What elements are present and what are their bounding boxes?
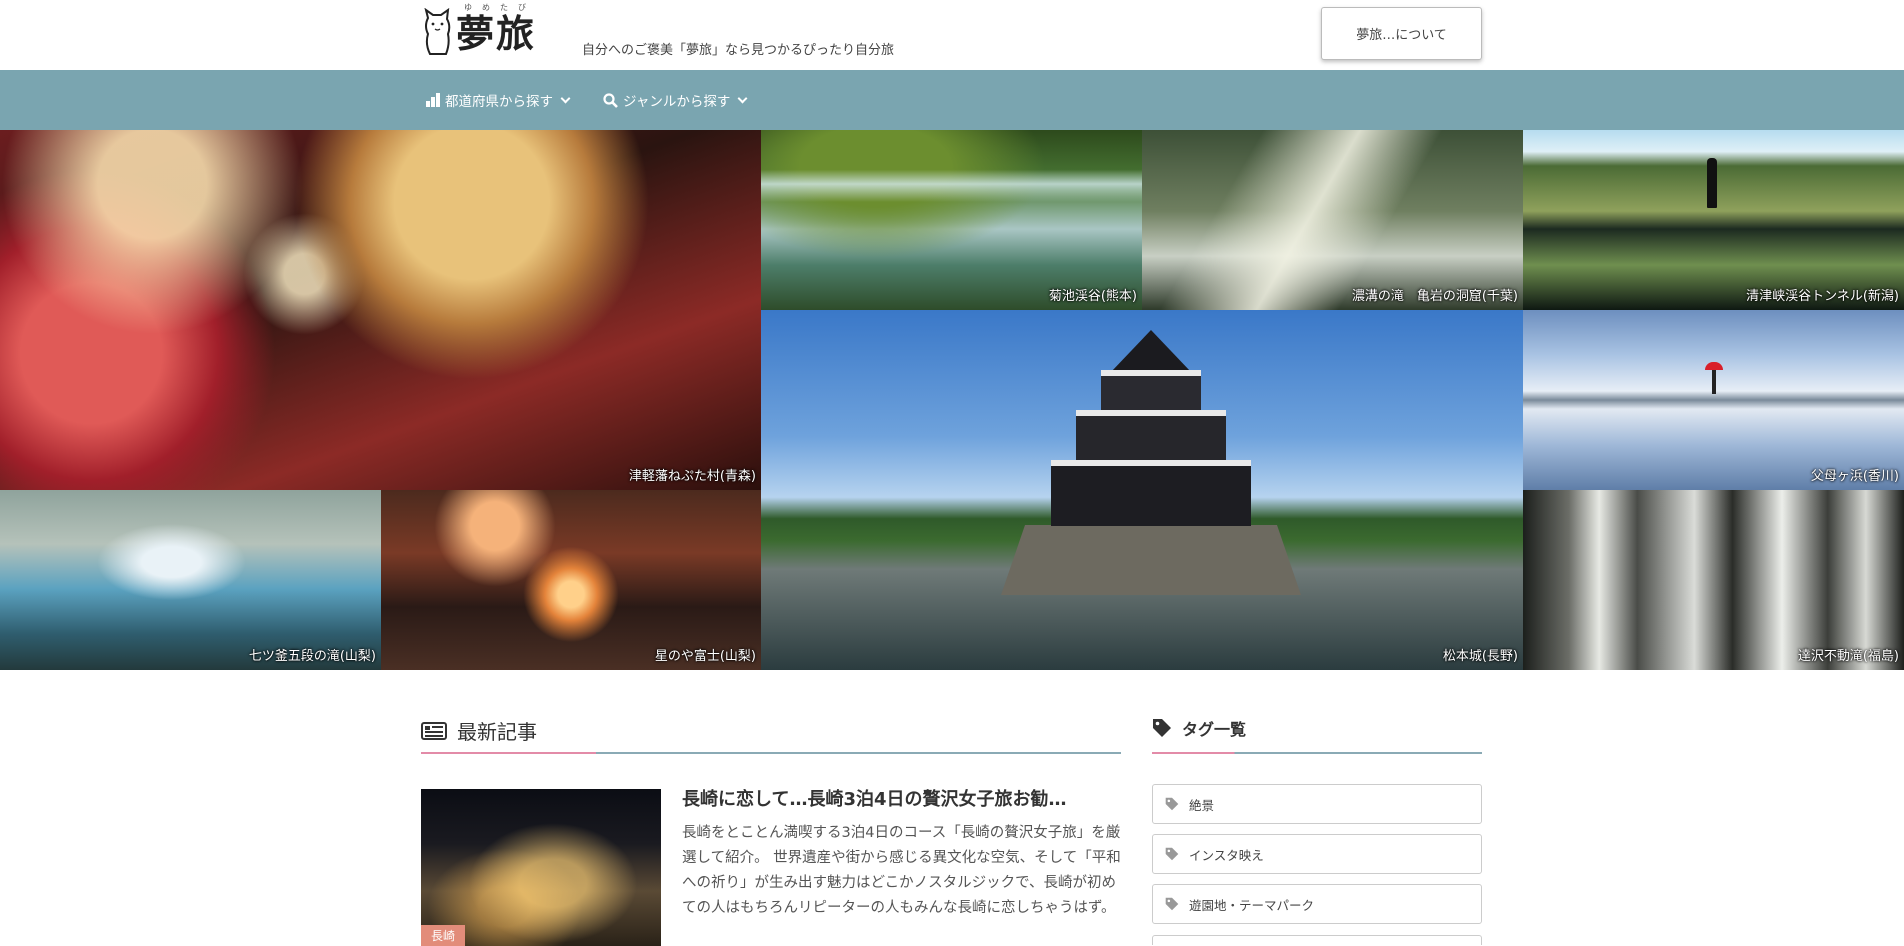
newspaper-icon [421,721,447,740]
article-excerpt: 長崎をとことん満喫する3泊4日のコース「長崎の贅沢女子旅」を厳選して紹介。 世界… [682,825,1121,916]
site-logo[interactable]: ゆめたび 夢旅 [420,3,572,60]
heading-underline [421,752,1121,754]
site-tagline: 自分へのご褒美「夢旅」なら見つかるぴったり自分旅 [582,43,895,58]
article-card[interactable]: 長崎 長崎に恋して…長崎3泊4日の贅沢女子旅お勧… 長崎をとことん満喫する3泊4… [421,789,1121,946]
tile-caption: 菊池渓谷(熊本) [1048,289,1137,304]
tile-caption: 松本城(長野) [1442,649,1518,664]
gallery-tile-tatsusawa[interactable]: 達沢不動滝(福島) [1523,490,1904,670]
global-nav: 都道府県から探す ジャンルから探す [0,70,1904,130]
castle-trim [1051,460,1251,466]
tag-link[interactable]: 絶景 [1152,784,1482,824]
nav-prefecture-menu[interactable]: 都道府県から探す [426,70,571,130]
tile-caption: 達沢不動滝(福島) [1797,649,1899,664]
article-thumbnail[interactable]: 長崎 [421,789,661,946]
castle-tier [1051,460,1251,526]
castle-roof [1111,330,1191,372]
tile-caption: 七ツ釜五段の滝(山梨) [248,649,376,664]
tag-icon [1165,847,1179,861]
umbrella-shape [1705,362,1723,370]
tile-caption: 濃溝の滝 亀岩の洞窟(千葉) [1351,289,1518,304]
featured-gallery: 津軽藩ねぷた村(青森) 菊池渓谷(熊本) 濃溝の滝 亀岩の洞窟(千葉) 清津峡渓… [0,130,1904,670]
latest-heading-text: 最新記事 [457,720,537,744]
gallery-tile-hoshinoya-fuji[interactable]: 星のや富士(山梨) [381,490,761,670]
castle-stone-base [1001,525,1301,595]
gallery-tile-chichibugahama[interactable]: 父母ヶ浜(香川) [1523,310,1904,490]
gallery-tile-kikuchi[interactable]: 菊池渓谷(熊本) [761,130,1142,310]
tag-link[interactable] [1152,935,1482,945]
category-badge[interactable]: 長崎 [421,925,466,946]
nav-genre-label: ジャンルから探す [623,94,731,110]
gallery-tile-matsumoto-castle[interactable]: 松本城(長野) [761,310,1523,670]
search-icon [603,92,618,108]
tile-caption: 清津峡渓谷トンネル(新潟) [1746,289,1899,304]
tag-heading-text: タグ一覧 [1182,720,1247,739]
tile-caption: 津軽藩ねぷた村(青森) [628,469,756,484]
tag-list-heading: タグ一覧 [1152,716,1246,740]
tag-icon [1165,897,1179,911]
castle-tier [1101,370,1201,412]
building-icon [426,93,440,107]
heading-underline [1152,752,1482,754]
tag-icon [1153,719,1171,737]
tag-label: 絶景 [1189,797,1215,813]
cat-logo-icon [424,8,451,55]
tag-icon [1165,797,1179,811]
gallery-tile-nomizo[interactable]: 濃溝の滝 亀岩の洞窟(千葉) [1142,130,1523,310]
tag-link[interactable]: インスタ映え [1152,834,1482,874]
tag-label: インスタ映え [1189,847,1264,863]
tag-label: 遊園地・テーマパーク [1189,897,1315,913]
chevron-down-icon [560,93,571,103]
castle-trim [1101,370,1201,376]
nav-prefecture-label: 都道府県から探す [445,94,553,110]
person-silhouette [1707,158,1717,208]
person-silhouette [1712,370,1716,394]
gallery-tile-nanatsugama[interactable]: 七ツ釜五段の滝(山梨) [0,490,381,670]
tile-caption: 父母ヶ浜(香川) [1810,469,1899,484]
site-header: ゆめたび 夢旅 自分へのご褒美「夢旅」なら見つかるぴったり自分旅 夢旅…について [0,0,1904,70]
tag-link[interactable]: 遊園地・テーマパーク [1152,884,1482,924]
castle-trim [1076,410,1226,416]
tile-caption: 星のや富士(山梨) [654,649,756,664]
latest-articles-heading: 最新記事 [421,716,537,745]
logo-text: 夢旅 [456,11,537,56]
article-title[interactable]: 長崎に恋して…長崎3泊4日の贅沢女子旅お勧… [682,789,1122,811]
gallery-tile-nebuta[interactable]: 津軽藩ねぷた村(青森) [0,130,761,490]
about-button[interactable]: 夢旅…について [1321,7,1482,60]
chevron-down-icon [737,93,748,103]
nav-genre-menu[interactable]: ジャンルから探す [603,70,748,130]
castle-tier [1076,410,1226,462]
gallery-tile-kiyotsu[interactable]: 清津峡渓谷トンネル(新潟) [1523,130,1904,310]
